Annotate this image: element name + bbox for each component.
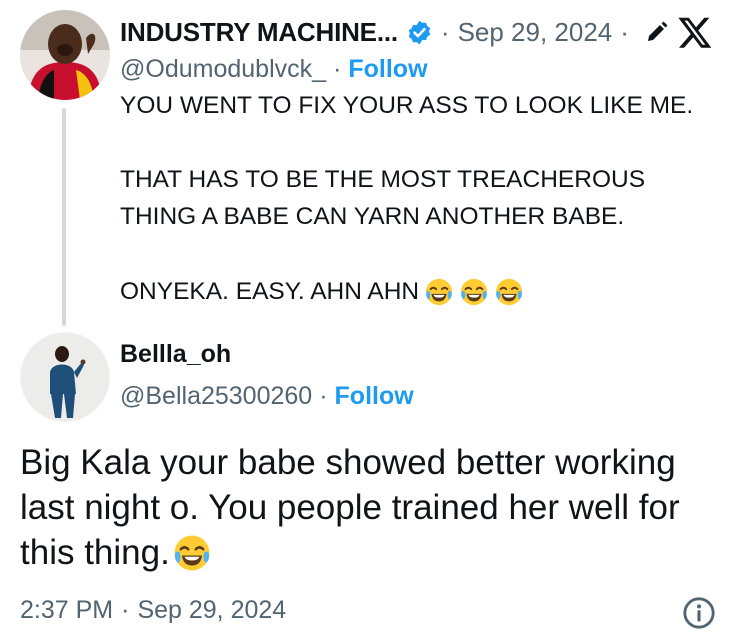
parent-display-name[interactable]: INDUSTRY MACHINE... xyxy=(120,17,398,48)
reply-tweet-line: this thing. xyxy=(20,533,170,572)
verified-badge-icon xyxy=(408,20,431,44)
thread-connector-line xyxy=(62,108,66,326)
tweet-timestamp-row: 2:37 PM · Sep 29, 2024 xyxy=(20,590,286,630)
reply-tweet-line: Big Kala your babe showed better working xyxy=(20,443,676,482)
parent-tweet-line: ONYEKA. EASY. AHN AHN xyxy=(120,278,420,305)
parent-handle[interactable]: @Odumodublvck_ xyxy=(120,55,326,84)
separator-dot: · xyxy=(620,16,629,47)
separator-dot: · xyxy=(121,595,130,624)
parent-tweet-line-last: ONYEKA. EASY. AHN AHN xyxy=(120,277,524,307)
separator-dot: · xyxy=(440,16,450,47)
reply-handle[interactable]: @Bella25300260 xyxy=(120,382,312,411)
parent-tweet-header: INDUSTRY MACHINE... · Sep 29, 2024 · xyxy=(120,12,724,52)
info-icon[interactable] xyxy=(682,596,716,630)
edit-pencil-icon[interactable] xyxy=(645,20,669,44)
follow-button-parent[interactable]: Follow xyxy=(348,55,427,84)
reply-tweet-line: last night o. You people trained her wel… xyxy=(20,488,680,527)
face-with-tears-of-joy-icon xyxy=(495,278,523,306)
face-with-tears-of-joy-icon xyxy=(460,278,488,306)
face-with-tears-of-joy-icon xyxy=(425,278,453,306)
reply-tweet-line-last: this thing. xyxy=(20,530,732,575)
tweet-date[interactable]: Sep 29, 2024 xyxy=(137,596,286,625)
separator-dot: · xyxy=(333,54,342,83)
reply-tweet-body: Big Kala your babe showed better working… xyxy=(20,440,732,575)
avatar-odumodublvck[interactable] xyxy=(20,10,110,100)
parent-tweet-line: THING A BABE CAN YARN ANOTHER BABE. xyxy=(120,203,625,230)
follow-button-reply[interactable]: Follow xyxy=(335,382,414,411)
parent-tweet-date[interactable]: Sep 29, 2024 xyxy=(458,17,613,48)
parent-tweet-line: THAT HAS TO BE THE MOST TREACHEROUS xyxy=(120,166,646,193)
avatar-bellla-oh[interactable] xyxy=(20,332,110,422)
tweet-screenshot: INDUSTRY MACHINE... · Sep 29, 2024 · @Od… xyxy=(0,0,738,637)
x-logo-icon[interactable] xyxy=(677,14,713,50)
tweet-time[interactable]: 2:37 PM xyxy=(20,596,113,625)
reply-display-name[interactable]: Bellla_oh xyxy=(120,340,231,369)
face-with-tears-of-joy-icon xyxy=(174,535,210,570)
separator-dot: · xyxy=(319,381,328,410)
parent-handle-row: @Odumodublvck_ · Follow xyxy=(120,52,428,86)
reply-handle-row: @Bella25300260 · Follow xyxy=(120,379,414,413)
parent-tweet-line: YOU WENT TO FIX YOUR ASS TO LOOK LIKE ME… xyxy=(120,92,694,119)
